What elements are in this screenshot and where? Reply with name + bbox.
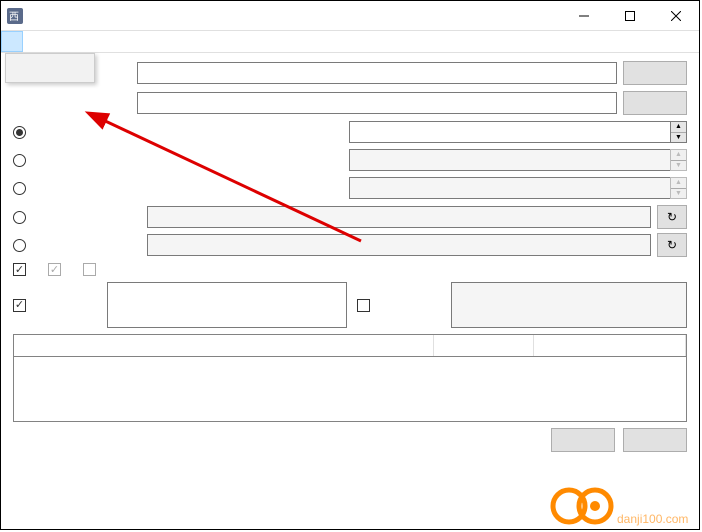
table-row[interactable] — [14, 375, 686, 393]
col-file[interactable] — [14, 335, 434, 356]
menu-function[interactable] — [1, 31, 23, 52]
table-row[interactable] — [14, 357, 686, 375]
check-extend-to-line-end[interactable] — [13, 263, 30, 276]
check-split-str-on-top — [83, 263, 100, 276]
regex-input — [147, 234, 651, 256]
table-row[interactable] — [14, 393, 686, 411]
close-button[interactable] — [653, 1, 699, 31]
checkbox-icon — [48, 263, 61, 276]
checkbox-icon — [13, 299, 26, 312]
source-file-input[interactable] — [137, 62, 617, 84]
select-file-button[interactable] — [623, 61, 687, 85]
menu-bar — [1, 31, 699, 53]
radio-dot-icon — [13, 239, 26, 252]
menu-help[interactable] — [23, 31, 43, 52]
minimize-button[interactable] — [561, 1, 607, 31]
size-input — [349, 149, 670, 171]
header-text-input[interactable] — [107, 282, 347, 328]
menu-item-file-split[interactable] — [8, 56, 92, 64]
radio-by-count[interactable] — [13, 126, 343, 139]
lines-spinner: ▲▼ — [670, 177, 687, 199]
check-header-add[interactable] — [13, 299, 97, 312]
refresh-fixed-string-button[interactable]: ↻ — [657, 205, 687, 229]
fixed-string-input — [147, 206, 651, 228]
title-bar — [1, 1, 699, 31]
check-ignore-blank — [48, 263, 65, 276]
col-size[interactable] — [434, 335, 534, 356]
select-dir-button[interactable] — [623, 91, 687, 115]
radio-by-regex[interactable] — [13, 239, 141, 252]
size-spinner: ▲▼ — [670, 149, 687, 171]
radio-dot-icon — [13, 211, 26, 224]
menu-item-exit[interactable] — [8, 72, 92, 80]
result-list-header — [13, 334, 687, 356]
checkbox-icon — [83, 263, 96, 276]
menu-function-dropdown — [5, 53, 95, 83]
radio-by-fixed-string[interactable] — [13, 211, 141, 224]
menu-item-file-merge[interactable] — [8, 64, 92, 72]
count-input[interactable] — [349, 121, 670, 143]
footer-text-input — [451, 282, 687, 328]
check-footer-add[interactable] — [357, 299, 441, 312]
count-spinner[interactable]: ▲▼ — [670, 121, 687, 143]
checkbox-icon — [13, 263, 26, 276]
radio-by-lines[interactable] — [13, 182, 343, 195]
radio-dot-icon — [13, 126, 26, 139]
radio-by-size[interactable] — [13, 154, 343, 167]
output-dir-input[interactable] — [137, 92, 617, 114]
app-icon — [7, 8, 23, 24]
radio-dot-icon — [13, 154, 26, 167]
refresh-icon: ↻ — [667, 210, 677, 224]
svg-text:danji100.com: danji100.com — [617, 512, 688, 526]
watermark-logo: danji100.com — [547, 485, 697, 527]
lines-input — [349, 177, 670, 199]
checkbox-icon — [357, 299, 370, 312]
radio-dot-icon — [13, 182, 26, 195]
maximize-button[interactable] — [607, 1, 653, 31]
refresh-regex-button[interactable]: ↻ — [657, 233, 687, 257]
stop-split-button — [551, 428, 615, 452]
col-status[interactable] — [534, 335, 686, 356]
refresh-icon: ↻ — [667, 238, 677, 252]
start-split-button[interactable] — [623, 428, 687, 452]
result-list[interactable] — [13, 356, 687, 422]
